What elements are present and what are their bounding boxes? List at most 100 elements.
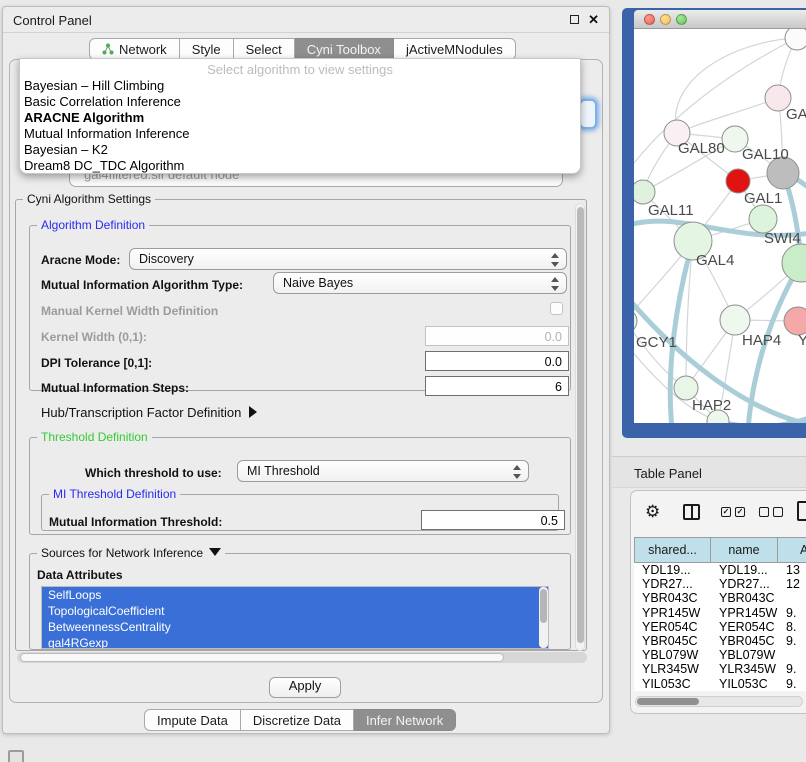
scrollbar-thumb[interactable] <box>20 653 504 662</box>
which-threshold-combobox[interactable]: MI Threshold <box>237 460 529 482</box>
column-header-name[interactable]: name <box>711 537 778 563</box>
dpi-tolerance-field[interactable]: 0.0 <box>425 351 569 371</box>
tab-select[interactable]: Select <box>234 38 295 60</box>
split-columns-icon[interactable] <box>683 504 700 520</box>
select-all-icon[interactable]: ✓✓ <box>721 507 745 517</box>
tab-style[interactable]: Style <box>180 38 234 60</box>
table-row[interactable]: YBL079WYBL079W <box>634 648 806 662</box>
algorithm-option[interactable]: Dream8 DC_TDC Algorithm <box>20 158 580 174</box>
attribute-list-item[interactable]: gal4RGexp <box>42 635 548 649</box>
scrollbar-thumb[interactable] <box>540 589 547 623</box>
settings-vertical-scrollbar[interactable] <box>575 203 585 651</box>
table-cell: YLR345W <box>634 662 711 676</box>
tab-impute-data[interactable]: Impute Data <box>144 709 241 731</box>
table-row[interactable]: YER054CYER054C8. <box>634 620 806 634</box>
mi-steps-label: Mutual Information Steps: <box>41 381 189 395</box>
network-node[interactable] <box>720 305 750 335</box>
tab-network[interactable]: Network <box>89 38 180 60</box>
table-row[interactable]: YBR043CYBR043C <box>634 591 806 605</box>
table-cell: 9. <box>778 662 806 676</box>
network-canvas[interactable]: GALGAL80GAL10GAL1GAL11SWI4GAL4GCY1HAP4YH… <box>634 29 806 423</box>
table-panel-card: ⚙ ✓✓ shared... name A YDL19...YDL19...13… <box>630 490 806 714</box>
manual-kernel-width-checkbox[interactable] <box>550 302 563 315</box>
network-node[interactable] <box>634 180 655 204</box>
collapse-arrow-icon <box>209 548 221 556</box>
algorithm-option[interactable]: Bayesian – K2 <box>20 142 580 158</box>
network-view-window[interactable]: GALGAL80GAL10GAL1GAL11SWI4GAL4GCY1HAP4YH… <box>622 8 806 438</box>
tab-infer-network[interactable]: Infer Network <box>354 709 456 731</box>
minimize-traffic-light-icon[interactable] <box>660 14 671 25</box>
algorithm-option[interactable]: Mutual Information Inference <box>20 126 580 142</box>
attribute-list-item[interactable]: TopologicalCoefficient <box>42 603 548 619</box>
attribute-list-item[interactable]: BetweennessCentrality <box>42 619 548 635</box>
data-attributes-label: Data Attributes <box>37 568 123 582</box>
algorithm-definition-title: Algorithm Definition <box>37 218 149 232</box>
algorithm-option[interactable]: Bayesian – Hill Climbing <box>20 78 580 94</box>
network-node[interactable] <box>749 205 777 233</box>
column-header-third[interactable]: A <box>778 537 806 563</box>
sources-group-title[interactable]: Sources for Network Inference <box>37 546 225 560</box>
table-cell: YBR043C <box>634 591 711 605</box>
node-label: GAL11 <box>648 202 694 219</box>
settings-horizontal-scrollbar[interactable] <box>17 652 587 663</box>
node-label: GAL10 <box>742 146 789 163</box>
network-window-titlebar[interactable] <box>634 10 806 29</box>
tab-cyni-toolbox[interactable]: Cyni Toolbox <box>295 38 394 60</box>
close-icon[interactable]: ✕ <box>588 12 599 28</box>
close-traffic-light-icon[interactable] <box>644 14 655 25</box>
network-node[interactable] <box>782 244 806 282</box>
table-row[interactable]: YDL19...YDL19...13 <box>634 563 806 577</box>
table-toolbar: ⚙ ✓✓ <box>631 491 806 535</box>
aracne-mode-combobox[interactable]: Discovery <box>129 248 567 270</box>
table-row[interactable]: YDR27...YDR27...12 <box>634 577 806 591</box>
gear-icon[interactable]: ⚙ <box>645 502 660 522</box>
tab-jactivemnodules[interactable]: jActiveMNodules <box>394 38 516 60</box>
dpi-tolerance-label: DPI Tolerance [0,1]: <box>41 356 152 370</box>
table-cell: YPR145W <box>634 606 711 620</box>
table-cell: YPR145W <box>711 606 778 620</box>
focused-combo-spinner[interactable] <box>579 99 597 129</box>
table-cell: 9. <box>778 606 806 620</box>
cyni-settings-title: Cyni Algorithm Settings <box>23 192 155 206</box>
network-tab-icon <box>102 43 114 55</box>
hub-definition-expander[interactable]: Hub/Transcription Factor Definition <box>41 405 257 420</box>
mi-threshold-group-title: MI Threshold Definition <box>49 487 180 501</box>
table-row[interactable]: YIL053CYIL053C9. <box>634 677 806 691</box>
minimized-panel-icon[interactable] <box>8 750 24 762</box>
table-cell <box>778 591 806 605</box>
data-attributes-list: SelfLoopsTopologicalCoefficientBetweenne… <box>41 586 549 649</box>
scrollbar-thumb[interactable] <box>637 698 699 705</box>
combo-arrows-icon <box>512 465 521 479</box>
network-node[interactable] <box>785 29 806 50</box>
float-window-icon[interactable] <box>570 15 579 24</box>
network-node[interactable] <box>634 309 637 333</box>
algorithm-dropdown-list: Select algorithm to view settings Bayesi… <box>19 58 581 174</box>
algorithm-option[interactable]: ARACNE Algorithm <box>20 110 580 126</box>
algorithm-options: Bayesian – Hill ClimbingBasic Correlatio… <box>20 78 580 174</box>
column-header-shared[interactable]: shared... <box>634 537 711 563</box>
network-edge[interactable] <box>677 98 778 133</box>
mi-steps-field[interactable]: 6 <box>425 376 569 396</box>
bottom-tabs: Impute Data Discretize Data Infer Networ… <box>144 709 456 730</box>
node-label: HAP2 <box>692 397 731 414</box>
table-cell: 12 <box>778 577 806 591</box>
table-horizontal-scrollbar[interactable] <box>635 696 803 707</box>
algorithm-option[interactable]: Basic Correlation Inference <box>20 94 580 110</box>
network-node[interactable] <box>784 307 806 335</box>
table-body: YDL19...YDL19...13YDR27...YDR27...12YBR0… <box>634 563 806 691</box>
zoom-traffic-light-icon[interactable] <box>676 14 687 25</box>
tab-discretize-data[interactable]: Discretize Data <box>241 709 354 731</box>
table-row[interactable]: YLR345WYLR345W9. <box>634 662 806 676</box>
deselect-all-icon[interactable] <box>759 507 783 517</box>
attribute-list-item[interactable]: SelfLoops <box>42 587 548 603</box>
mi-algorithm-type-combobox[interactable]: Naive Bayes <box>273 272 567 294</box>
mi-threshold-field[interactable]: 0.5 <box>421 510 565 530</box>
table-row[interactable]: YBR045CYBR045C9. <box>634 634 806 648</box>
apply-button[interactable]: Apply <box>269 677 341 698</box>
scrollbar-thumb[interactable] <box>577 207 584 643</box>
attribute-list-scrollbar[interactable] <box>539 587 548 648</box>
node-label: GCY1 <box>636 334 677 351</box>
table-row[interactable]: YPR145WYPR145W9. <box>634 606 806 620</box>
export-table-icon[interactable] <box>797 501 806 521</box>
kernel-width-field[interactable]: 0.0 <box>425 326 569 346</box>
